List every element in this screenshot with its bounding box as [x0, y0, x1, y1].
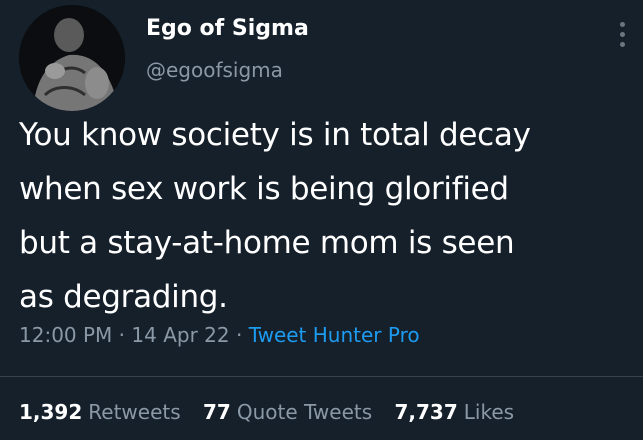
tweet-text: You know society is in total decay when …: [19, 108, 629, 324]
retweets-label: Retweets: [88, 400, 181, 424]
tweet-text-line: when sex work is being glorified: [19, 171, 509, 207]
tweet-text-line: as degrading.: [19, 279, 228, 315]
quote-tweets-label: Quote Tweets: [236, 400, 373, 424]
likes-stat[interactable]: 7,737 Likes: [395, 400, 515, 424]
retweets-stat[interactable]: 1,392 Retweets: [19, 400, 187, 424]
quote-tweets-stat[interactable]: 77 Quote Tweets: [203, 400, 379, 424]
tweet-date[interactable]: 14 Apr 22: [131, 323, 229, 347]
tweet-source-link[interactable]: Tweet Hunter Pro: [249, 323, 420, 347]
statue-avatar-icon: [19, 5, 125, 111]
tweet-text-line: You know society is in total decay: [19, 117, 531, 153]
likes-count: 7,737: [394, 400, 458, 424]
tweet-card: Ego of Sigma @egoofsigma You know societ…: [0, 0, 643, 440]
tweet-stats: 1,392 Retweets 77 Quote Tweets 7,737 Likes: [19, 400, 530, 424]
quote-tweets-count: 77: [203, 400, 231, 424]
retweets-count: 1,392: [19, 400, 83, 424]
divider: [0, 376, 643, 377]
likes-label: Likes: [463, 400, 515, 424]
more-vertical-icon[interactable]: [612, 14, 632, 54]
author-handle[interactable]: @egoofsigma: [146, 58, 283, 82]
meta-separator: ·: [118, 323, 126, 347]
tweet-time[interactable]: 12:00 PM: [19, 323, 112, 347]
tweet-meta: 12:00 PM · 14 Apr 22 · Tweet Hunter Pro: [19, 323, 420, 347]
tweet-text-line: but a stay-at-home mom is seen: [19, 225, 515, 261]
avatar[interactable]: [19, 5, 125, 111]
meta-separator: ·: [235, 323, 243, 347]
author-display-name[interactable]: Ego of Sigma: [146, 16, 309, 41]
